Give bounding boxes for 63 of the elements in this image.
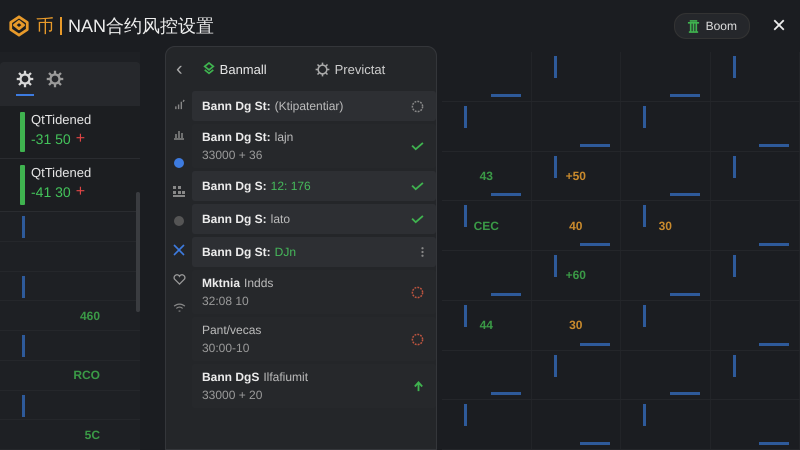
ticker-label: QtTidened	[31, 165, 92, 180]
settings-icon	[46, 70, 64, 88]
panel-tab[interactable]: Banmall	[198, 60, 271, 78]
item-title: Bann Dg S: lato	[202, 212, 290, 226]
blurred-value: RCO	[73, 368, 100, 382]
settings-icon	[16, 70, 34, 88]
ticker-value: -41 30	[31, 184, 71, 200]
blurred-value: 44	[480, 318, 493, 332]
account-button[interactable]: Boom	[674, 13, 750, 39]
list-item[interactable]: Bann Dg St: DJn	[192, 237, 436, 267]
back-button[interactable]: ‹	[176, 58, 183, 80]
list-item[interactable]: Bann Dg S: lato	[192, 204, 436, 234]
check-icon	[411, 182, 424, 190]
window-title: NAN合约风控设置	[68, 15, 214, 38]
item-subtitle: 32:08 10	[202, 294, 250, 308]
blurred-value: 460	[80, 308, 100, 323]
change-sign: +	[76, 131, 86, 147]
ticker-label: QtTidened	[31, 112, 92, 127]
item-title: Bann Dg S: 12: 176	[202, 179, 311, 193]
ring-icon	[411, 100, 424, 112]
item-subtitle: 30:00-10	[202, 341, 250, 355]
change-sign: +	[76, 184, 86, 200]
brand-mark: 币	[36, 15, 54, 38]
blurred-value: 40	[569, 218, 582, 233]
panel-tab[interactable]: Previctat	[310, 60, 390, 78]
blurred-value: 5C	[84, 428, 100, 442]
item-title: Bann DgS Ilfafiumit	[202, 370, 308, 384]
signal-icon	[174, 99, 184, 110]
settings-icon	[314, 62, 330, 76]
blurred-value: 30	[658, 218, 672, 233]
heart-icon	[172, 274, 186, 285]
item-subtitle: 33000 + 36	[202, 148, 264, 162]
settings-tab[interactable]	[16, 70, 34, 96]
item-subtitle: 33000 + 20	[202, 388, 264, 402]
item-title: Bann Dg St: lajn	[202, 130, 294, 144]
ring-icon	[411, 286, 424, 298]
item-title: Pant/vecas	[202, 323, 262, 337]
item-title: Bann Dg St: (Ktipatentiar)	[202, 99, 344, 113]
list-item[interactable]: Bann Dg St: (Ktipatentiar)	[192, 91, 436, 121]
item-title: Bann Dg St: DJn	[202, 245, 296, 259]
check-icon	[411, 214, 424, 224]
bar-chart-icon	[173, 128, 185, 140]
blurred-value: +60	[566, 268, 586, 282]
arrow-up-icon	[413, 380, 424, 392]
item-title: Mktnia Indds	[202, 276, 274, 290]
blurred-value: CEC	[474, 218, 499, 233]
logo-icon	[8, 15, 30, 37]
close-icon	[173, 244, 185, 256]
close-button[interactable]: ×	[772, 14, 786, 38]
list-item[interactable]: Bann Dg S: 12: 176	[192, 171, 436, 201]
dot-icon	[174, 216, 184, 226]
blurred-value: +50	[566, 168, 586, 183]
ticker-value: -31 50	[31, 131, 71, 147]
dot-icon	[174, 158, 184, 168]
ring-icon	[411, 332, 424, 346]
wifi-icon	[172, 303, 186, 312]
building-icon	[686, 20, 700, 32]
blurred-value: 30	[569, 318, 582, 332]
layers-icon	[202, 62, 215, 76]
blurred-value: 43	[480, 168, 493, 183]
grid-icon	[173, 186, 185, 198]
check-icon	[411, 142, 424, 150]
more-icon	[421, 246, 424, 258]
